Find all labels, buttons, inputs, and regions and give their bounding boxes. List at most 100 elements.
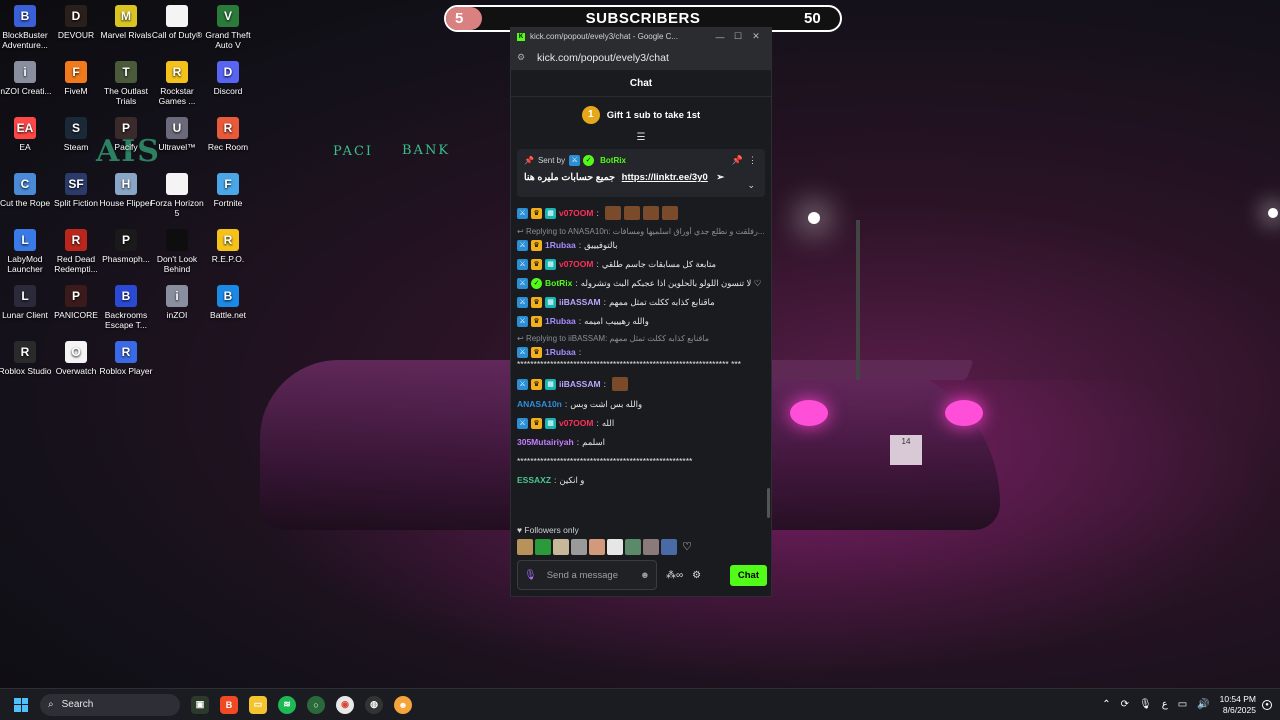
chat-message[interactable]: 305Mutairiyah: اسلمم <box>517 436 765 448</box>
reply-context[interactable]: ↩ Replying to ANASA10n: رفلقت و نطلع جدي… <box>517 227 765 236</box>
chrome-icon[interactable]: ◉ <box>336 695 354 714</box>
pinned-menu-icons[interactable]: 📌 ⋮ <box>732 155 757 166</box>
chat-username[interactable]: 305Mutairiyah <box>517 436 574 448</box>
chat-emote[interactable] <box>623 206 640 220</box>
windows-start-icon[interactable] <box>14 697 28 712</box>
chat-username[interactable]: v07OOM <box>559 258 594 270</box>
desktop-icon[interactable]: Call of Duty® <box>150 5 204 40</box>
emote-icon[interactable] <box>589 539 605 555</box>
desktop-icon[interactable]: L LabyMod Launcher <box>0 229 52 274</box>
desktop-icon[interactable]: V Grand Theft Auto V <box>201 5 255 50</box>
app-circle-icon[interactable]: ○ <box>307 695 325 714</box>
minimize-icon[interactable]: — <box>711 32 729 42</box>
desktop-icon[interactable]: S Steam <box>49 117 103 152</box>
desktop-icon[interactable]: T The Outlast Trials <box>99 61 153 106</box>
chevron-down-icon[interactable]: ⌄ <box>747 180 755 191</box>
heart-icon[interactable]: ♡ <box>679 539 695 555</box>
desktop-icon[interactable]: O Overwatch <box>49 341 103 376</box>
sync-icon[interactable]: ⟳ <box>1121 699 1129 710</box>
desktop-icon[interactable]: B Backrooms Escape T... <box>99 285 153 330</box>
close-icon[interactable]: ✕ <box>747 31 765 42</box>
desktop-icon[interactable]: C Cut the Rope <box>0 173 52 208</box>
chat-username[interactable]: 1Rubaa <box>545 239 576 251</box>
chat-message[interactable]: ⚔ ♛ ▦ iiBASSAM: <box>517 377 765 391</box>
chat-emote[interactable] <box>611 377 628 391</box>
desktop-icon[interactable]: F Fortnite <box>201 173 255 208</box>
emote-icon[interactable] <box>571 539 587 555</box>
chat-username[interactable]: ANASA10n <box>517 398 562 410</box>
spotify-icon[interactable]: ≋ <box>278 695 296 714</box>
emote-icon[interactable] <box>625 539 641 555</box>
chat-message[interactable]: ⚔ ♛ ▦ v07OOM: <box>517 206 765 220</box>
chat-filter-icon[interactable]: ☰ <box>511 133 771 145</box>
chat-message[interactable]: ⚔ ♛ ▦ iiBASSAM: ماقنابع كذابه ككلت تمثل ممهم <box>517 296 765 308</box>
kick-points-icon[interactable]: ⁂∞ <box>666 570 683 581</box>
github-icon[interactable]: ◍ <box>365 695 383 714</box>
chat-emote[interactable] <box>661 206 678 220</box>
chat-send-button[interactable]: Chat <box>729 564 767 586</box>
site-info-icon[interactable]: ⚙ <box>517 52 531 63</box>
desktop-icon[interactable]: F FiveM <box>49 61 103 96</box>
chat-username[interactable]: v07OOM <box>559 207 594 219</box>
desktop-icon[interactable]: R Red Dead Redempti... <box>49 229 103 274</box>
clock[interactable]: 10:54 PM 8/6/2025 <box>1220 694 1256 716</box>
mic-tray-icon[interactable]: 🎙 <box>1139 699 1152 710</box>
chat-username[interactable]: iiBASSAM <box>559 378 601 390</box>
network-icon[interactable]: ▭ <box>1178 699 1187 710</box>
desktop-icon[interactable]: P PANICORE <box>49 285 103 320</box>
reply-context[interactable]: ↩ Replying to iiBASSAM: ماقنابع كذابه كك… <box>517 334 765 343</box>
chat-scrollbar[interactable] <box>767 488 770 518</box>
chat-username[interactable]: 1Rubaa <box>545 315 576 327</box>
chat-username[interactable]: v07OOM <box>559 417 594 429</box>
notification-icon[interactable]: ● <box>1262 699 1272 710</box>
chevron-up-icon[interactable]: ⌃ <box>1102 699 1110 710</box>
desktop-icon[interactable]: R Rockstar Games ... <box>150 61 204 106</box>
chat-message[interactable]: ⚔ ♛ 1Rubaa: بالتوفيييق <box>517 239 765 251</box>
settings-gear-icon[interactable]: ⚙ <box>692 570 701 581</box>
chat-username[interactable]: ESSAXZ <box>517 474 551 486</box>
chat-message[interactable]: ⚔ ♛ ▦ v07OOM: متابعة كل مسابقات جاسم طلقي <box>517 258 765 270</box>
file-explorer-icon[interactable]: ▭ <box>249 695 267 714</box>
emote-icon[interactable] <box>607 539 623 555</box>
xbox-game-bar-icon[interactable]: ▣ <box>191 695 209 714</box>
desktop-icon[interactable]: B BlockBuster Adventure... <box>0 5 52 50</box>
maximize-icon[interactable]: ☐ <box>729 31 747 42</box>
chat-username[interactable]: BotRix <box>545 277 572 289</box>
emote-icon[interactable] <box>553 539 569 555</box>
emoji-icon[interactable]: ☻ <box>640 570 650 581</box>
emote-icon[interactable] <box>643 539 659 555</box>
language-indicator[interactable]: ع <box>1162 699 1168 710</box>
window-titlebar[interactable]: K kick.com/popout/evely3/chat - Google C… <box>511 28 771 45</box>
chat-message[interactable]: ****************************************… <box>517 455 765 467</box>
emote-icon[interactable] <box>661 539 677 555</box>
pinned-link[interactable]: https://linktr.ee/3y0 <box>622 172 708 183</box>
desktop-icon[interactable]: B Battle.net <box>201 285 255 320</box>
desktop-icon[interactable]: R Roblox Studio <box>0 341 52 376</box>
desktop-icon[interactable]: Don't Look Behind <box>150 229 204 274</box>
gift-sub-banner[interactable]: 1 Gift 1 sub to take 1st <box>511 97 771 133</box>
desktop-icon[interactable]: i inZOI <box>150 285 204 320</box>
chat-message-input[interactable]: 🎙 Send a message ☻ <box>517 560 657 590</box>
emote-icon[interactable] <box>517 539 533 555</box>
desktop-icon[interactable]: R Rec Room <box>201 117 255 152</box>
chat-message[interactable]: ESSAXZ: و انكين <box>517 474 765 486</box>
microphone-icon[interactable]: 🎙 <box>524 570 537 581</box>
desktop-icon[interactable]: EA EA <box>0 117 52 152</box>
desktop-icon[interactable]: L Lunar Client <box>0 285 52 320</box>
desktop-icon[interactable]: R R.E.P.O. <box>201 229 255 264</box>
chat-message[interactable]: ⚔ ✓ BotRix: لا تنسون اللولو بالحلوين اذا عج… <box>517 277 765 289</box>
taskbar-search[interactable]: ⌕ Search <box>40 693 180 716</box>
desktop-icon[interactable]: Forza Horizon 5 <box>150 173 204 218</box>
chat-message[interactable]: ⚔ ♛ ▦ v07OOM: الله <box>517 417 765 429</box>
emote-icon[interactable] <box>535 539 551 555</box>
desktop-icon[interactable]: D Discord <box>201 61 255 96</box>
desktop-icon[interactable]: R Roblox Player <box>99 341 153 376</box>
chat-message[interactable]: ⚔ ♛ 1Rubaa: والله رهيييب اميمه <box>517 315 765 327</box>
desktop-icon[interactable]: P Phasmoph... <box>99 229 153 264</box>
chat-username[interactable]: 1Rubaa <box>545 346 576 358</box>
brave-browser-icon[interactable]: B <box>220 695 238 714</box>
desktop-icon[interactable]: P Pacify <box>99 117 153 152</box>
desktop-icon[interactable]: H House Flipper <box>99 173 153 208</box>
volume-icon[interactable]: 🔊 <box>1197 699 1209 710</box>
chat-message[interactable]: ⚔ ♛ 1Rubaa: *******************************… <box>517 346 765 370</box>
